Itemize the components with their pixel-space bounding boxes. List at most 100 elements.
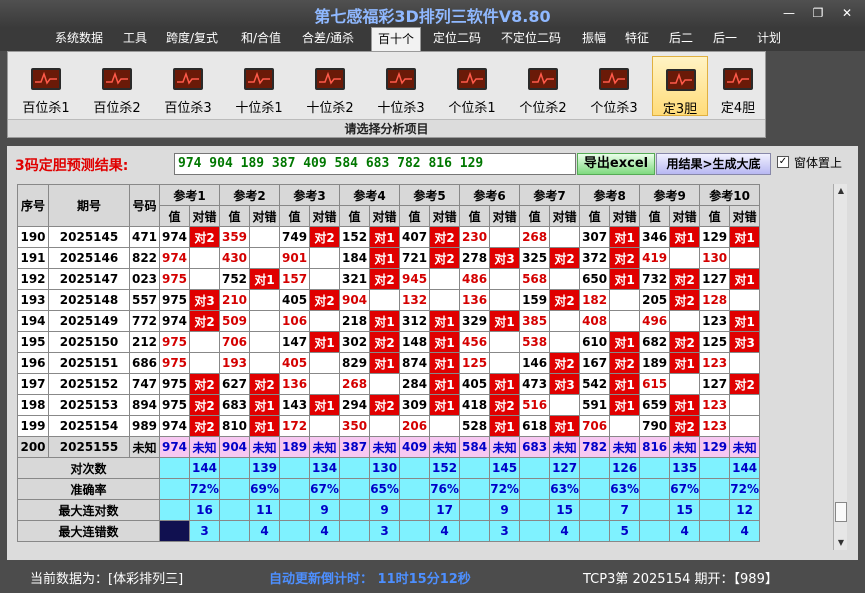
row-hit	[309, 415, 341, 437]
table-row[interactable]: 196 2025151 686 975 193 405 829 对1 874 对1 125 146 对2…	[17, 352, 761, 374]
header-value: 值	[639, 205, 671, 227]
row-value: 405	[279, 289, 311, 311]
menu-features[interactable]: 特征	[625, 27, 649, 51]
header-hit: 对错	[729, 205, 761, 227]
stats-pad	[639, 478, 671, 500]
table-row[interactable]: 190 2025145 471 974 对2 359 749 对2 152 对1 407 对2 230 2…	[17, 226, 761, 248]
menu-amplitude[interactable]: 振幅	[582, 27, 606, 51]
tool-2[interactable]: 百位杀2	[89, 56, 145, 116]
menu-last-two[interactable]: 后二	[669, 27, 693, 51]
table-row[interactable]: 197 2025152 747 975 对2 627 对2 136 268 284 对1 405 对1 4…	[17, 373, 761, 395]
stats-value: 65%	[369, 478, 401, 500]
row-value: 125	[699, 331, 731, 353]
menu-plan[interactable]: 计划	[757, 27, 781, 51]
row-seq: 191	[17, 247, 49, 269]
row-hit	[669, 373, 701, 395]
update-countdown: 自动更新倒计时： 11时15分12秒	[269, 572, 471, 587]
stats-pad	[279, 499, 311, 521]
row-hit	[609, 289, 641, 311]
row-hit: 对2	[309, 289, 341, 311]
stats-value: 4	[309, 520, 341, 542]
row-value: 650	[579, 268, 611, 290]
stats-value: 63%	[549, 478, 581, 500]
stats-value: 4	[549, 520, 581, 542]
tool-label: 定3胆	[662, 102, 698, 117]
tool-3[interactable]: 百位杀3	[160, 56, 216, 116]
chart-icon	[457, 68, 487, 90]
row-value: 682	[639, 331, 671, 353]
tool-label: 十位杀1	[235, 101, 283, 116]
minimize-button[interactable]: —	[777, 4, 801, 22]
menu-system-data[interactable]: 系统数据	[55, 27, 103, 51]
row-seq: 193	[17, 289, 49, 311]
row-value: 123	[699, 310, 731, 332]
row-hit: 对3	[188, 289, 221, 311]
table-row[interactable]: 199 2025154 989 974 对2 810 对1 172 350 206 528 对1 618…	[17, 415, 761, 437]
tool-9[interactable]: 个位杀3	[586, 56, 642, 116]
table-row[interactable]: 192 2025147 023 975 752 对1 157 321 对2 945 486 568 65…	[17, 268, 761, 290]
scroll-up-icon[interactable]: ▲	[834, 184, 848, 198]
table-row[interactable]: 191 2025146 822 974 430 901 184 对1 721 对2 278 对3 325…	[17, 247, 761, 269]
chart-icon	[723, 68, 753, 90]
row-value: 752	[219, 268, 251, 290]
menu-nonpositional-two[interactable]: 不定位二码	[501, 27, 561, 51]
tool-1[interactable]: 百位杀1	[18, 56, 74, 116]
stats-pad	[279, 520, 311, 542]
stats-value: 4	[249, 520, 281, 542]
tool-5[interactable]: 十位杀2	[302, 56, 358, 116]
menu-last-one[interactable]: 后一	[713, 27, 737, 51]
tool-8[interactable]: 个位杀2	[515, 56, 571, 116]
row-hit: 对2	[188, 310, 221, 332]
stats-value: 72%	[489, 478, 521, 500]
result-field[interactable]: 974 904 189 387 409 584 683 782 816 129	[174, 153, 576, 175]
stats-pad	[579, 520, 611, 542]
row-value: 405	[279, 352, 311, 374]
generate-base-button[interactable]: 用结果>生成大底	[656, 153, 771, 175]
stats-value: 15	[549, 499, 581, 521]
row-value: 278	[459, 247, 491, 269]
table-row[interactable]: 195 2025150 212 975 706 147 对1 302 对2 148 对1 456 538…	[17, 331, 761, 353]
menu-tools[interactable]: 工具	[123, 27, 147, 51]
stats-value: 4	[729, 520, 761, 542]
row-value: 157	[279, 268, 311, 290]
table-row[interactable]: 198 2025153 894 975 对2 683 对1 143 对1 294 对2 309 对1 41…	[17, 394, 761, 416]
row-value: 430	[219, 247, 251, 269]
maximize-button[interactable]: ❐	[806, 4, 830, 22]
tool-7[interactable]: 个位杀1	[444, 56, 500, 116]
table-row[interactable]: 194 2025149 772 974 对2 509 106 218 对1 312 对1 329 对1 3…	[17, 310, 761, 332]
close-button[interactable]: ✕	[835, 4, 859, 22]
menu-positional-two[interactable]: 定位二码	[433, 27, 481, 51]
header-hit: 对错	[549, 205, 581, 227]
stats-value: 4	[669, 520, 701, 542]
menu-hundreds-tens-units[interactable]: 百十个	[371, 27, 422, 51]
tool-6[interactable]: 十位杀3	[373, 56, 429, 116]
menu-sum-diff[interactable]: 合差/通杀	[302, 27, 354, 51]
tool-4[interactable]: 十位杀1	[231, 56, 287, 116]
row-value: 321	[339, 268, 371, 290]
row-hit	[188, 331, 221, 353]
on-top-checkbox[interactable]: ✓	[777, 156, 789, 168]
chart-icon	[528, 68, 558, 90]
export-excel-button[interactable]: 导出excel	[577, 153, 655, 175]
row-hit: 对1	[249, 394, 281, 416]
row-hit: 对1	[429, 373, 461, 395]
row-hit: 对2	[549, 247, 581, 269]
menu-span-compound[interactable]: 跨度/复式	[166, 27, 218, 51]
stats-value: 130	[369, 457, 401, 479]
row-value: 346	[639, 226, 671, 248]
stats-pad	[159, 457, 190, 479]
prediction-row[interactable]: 200 2025155 未知 974 未知 904 未知 189 未知 387 未知 409 未知 584…	[17, 436, 761, 458]
vertical-scrollbar[interactable]: ▲ ▼	[833, 184, 847, 550]
row-hit	[489, 226, 521, 248]
row-hit: 对2	[609, 352, 641, 374]
scroll-thumb[interactable]	[835, 502, 847, 522]
scroll-down-icon[interactable]: ▼	[834, 536, 848, 550]
stats-value: 126	[609, 457, 641, 479]
title-bar: 第七感福彩3D排列三软件V8.80 — ❐ ✕	[0, 0, 865, 28]
tool-10[interactable]: 定3胆	[652, 56, 708, 117]
table-row[interactable]: 193 2025148 557 975 对3 210 405 对2 904 132 136 159 对2…	[17, 289, 761, 311]
row-value: 147	[279, 331, 311, 353]
menu-sum-value[interactable]: 和/合值	[241, 27, 281, 51]
row-value: 129	[699, 226, 731, 248]
tool-11[interactable]: 定4胆	[710, 56, 766, 116]
